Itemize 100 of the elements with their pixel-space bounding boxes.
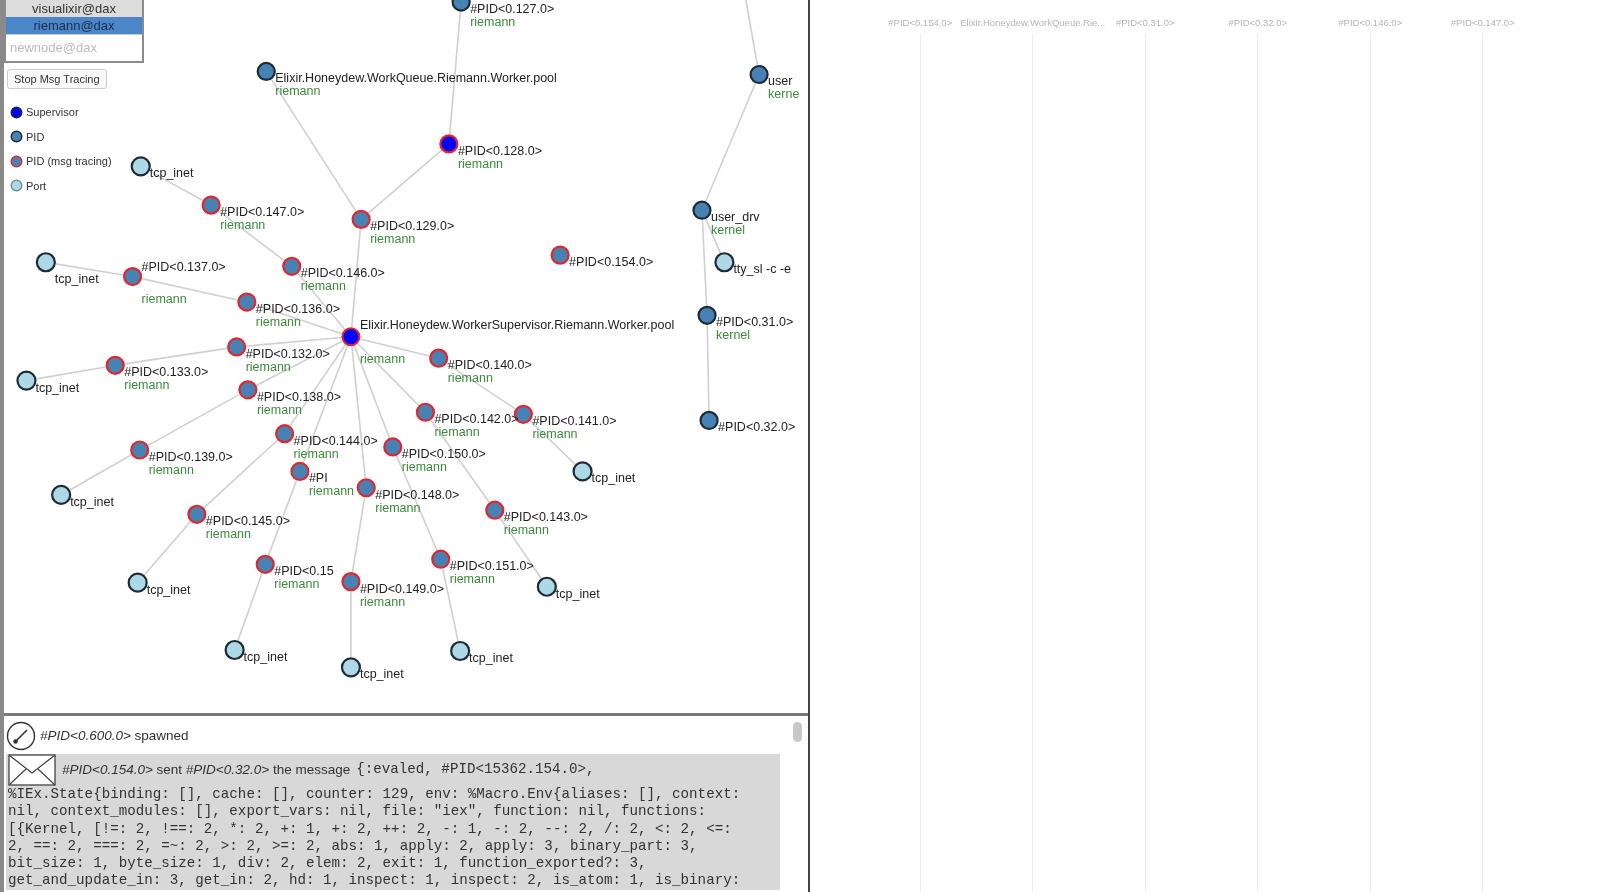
node-sublabel: riemann (124, 378, 170, 393)
node-label: Elixir.Honeydew.WorkQueue.Riemann.Worker.pool (275, 71, 557, 86)
process-node[interactable] (415, 402, 436, 422)
port-node[interactable] (130, 156, 151, 177)
process-node[interactable] (130, 440, 150, 460)
node-label: tcp_inet (469, 651, 513, 665)
process-node[interactable] (105, 355, 125, 375)
port-node[interactable] (16, 370, 37, 391)
legend-label: PID (26, 129, 45, 145)
envelope-icon (8, 754, 56, 786)
process-node[interactable] (238, 380, 258, 400)
lifeline-label: #PID<0.31.0> (1115, 16, 1175, 30)
lifeline-label: #PID<0.32.0> (1228, 16, 1288, 30)
compass-icon (6, 721, 36, 751)
node-sublabel: kernel (710, 223, 745, 238)
node-sublabel: riemann (274, 577, 320, 592)
node-label: tty_sl -c -e (733, 262, 792, 277)
message-text: nil, context_modules: [], export_vars: nil, file: "iex", function: nil, functions: (8, 803, 708, 821)
link-line (69, 453, 133, 491)
process-node[interactable] (697, 305, 717, 325)
node-label: tcp_inet (146, 582, 191, 597)
node-label: tcp_inet (359, 667, 404, 682)
node-label: #PID<0.137.0> (141, 259, 226, 274)
node-selector[interactable]: visualixir@dax riemann@dax newnode@dax (4, 0, 144, 63)
node-sublabel: riemann (434, 425, 480, 440)
process-node[interactable] (550, 245, 570, 265)
node-sublabel: riemann (205, 527, 252, 542)
node-sublabel: riemann (359, 351, 406, 366)
node-label: #PID<0.127.0> (470, 2, 555, 17)
node-sublabel: riemann (308, 484, 355, 499)
node-label: #PID<0.147.0> (220, 205, 305, 220)
supervisor-node[interactable] (341, 327, 361, 347)
node-sublabel: riemann (449, 572, 495, 587)
link-line (237, 572, 263, 642)
node-sublabel: riemann (275, 84, 321, 99)
node-label: #PID<0.139.0> (148, 450, 233, 464)
node-label: #PID<0.31.0> (716, 315, 794, 330)
port-node[interactable] (35, 252, 56, 273)
link-line (350, 590, 352, 659)
process-node[interactable] (122, 266, 143, 287)
process-node[interactable] (356, 478, 376, 498)
port-node[interactable] (340, 657, 362, 678)
process-node[interactable] (451, 0, 471, 12)
process-node[interactable] (351, 209, 371, 229)
node-option[interactable]: visualixir@dax (6, 0, 142, 17)
node-label: #PID<0.136.0> (255, 302, 340, 317)
node-label: tcp_inet (243, 650, 288, 664)
node-label: tcp_inet (555, 586, 600, 601)
node-label: #PID<0.133.0> (124, 365, 209, 380)
node-label: tcp_inet (591, 471, 636, 486)
port-node[interactable] (572, 461, 593, 482)
process-node[interactable] (201, 195, 221, 215)
process-node[interactable] (749, 64, 769, 85)
process-node[interactable] (282, 256, 302, 276)
port-node[interactable] (450, 640, 471, 662)
node-option[interactable]: riemann@dax (6, 17, 142, 34)
link-line (54, 263, 124, 276)
process-node[interactable] (699, 410, 719, 430)
process-node[interactable] (692, 200, 712, 220)
port-node[interactable] (714, 252, 735, 273)
node-input-field[interactable]: newnode@dax (6, 34, 142, 61)
node-sublabel: kernel (716, 328, 751, 343)
node-label: user_drv (710, 210, 760, 225)
node-sublabel: riemann (245, 359, 291, 374)
process-node[interactable] (275, 424, 295, 444)
legend-label: PID (msg tracing) (26, 154, 112, 169)
stop-tracing-button[interactable]: Stop Msg Tracing (7, 69, 107, 89)
node-label: #PID<0.144.0> (293, 433, 378, 448)
process-node[interactable] (429, 348, 449, 368)
supervisor-node[interactable] (439, 134, 459, 154)
process-node[interactable] (383, 437, 403, 457)
node-sublabel: riemann (300, 279, 346, 294)
node-sublabel: riemann (470, 15, 516, 30)
process-node[interactable] (255, 554, 275, 574)
node-label: #PID<0.15 (274, 564, 334, 579)
lifeline-label: #PID<0.146.0> (1338, 16, 1403, 30)
process-node[interactable] (485, 500, 505, 520)
node-label: tcp_inet (54, 272, 99, 287)
port-node[interactable] (51, 484, 72, 505)
process-node[interactable] (431, 549, 451, 569)
node-label: tcp_inet (35, 380, 80, 395)
port-node[interactable] (224, 639, 245, 661)
link-line (143, 520, 192, 576)
process-node[interactable] (187, 504, 207, 524)
node-label: #PID<0.129.0> (370, 219, 455, 234)
node-label: #PID<0.146.0> (300, 266, 385, 281)
process-node[interactable] (256, 61, 276, 82)
lifeline-label: #PID<0.147.0> (1450, 16, 1515, 30)
port-node[interactable] (536, 576, 557, 597)
process-node[interactable] (237, 292, 257, 312)
link-line (743, 0, 759, 66)
node-label: tcp_inet (70, 494, 114, 509)
node-sublabel: riemann (457, 156, 504, 171)
process-node[interactable] (341, 572, 361, 592)
scrollbar-thumb[interactable] (793, 722, 802, 742)
port-node[interactable] (127, 572, 148, 593)
process-node[interactable] (227, 337, 247, 357)
process-node[interactable] (290, 461, 310, 482)
message-text: bit_size: 1, byte_size: 1, div: 2, elem: 2, exit: 1, function_exported?: 3, (8, 855, 648, 873)
node-sublabel: riemann (503, 523, 549, 538)
